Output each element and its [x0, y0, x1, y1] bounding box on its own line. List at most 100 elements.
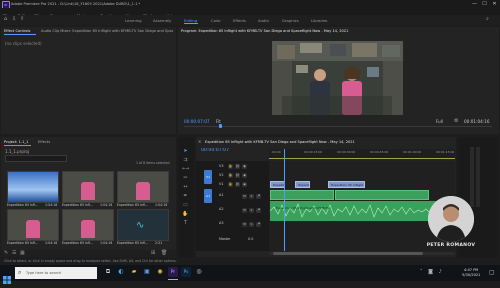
workspace-effects[interactable]: Effects: [233, 18, 246, 23]
taskbar-search-box[interactable]: ⌕ Type here to search: [15, 267, 97, 279]
audio-meters: [458, 137, 499, 257]
hand-tool-icon[interactable]: ✋: [182, 211, 189, 217]
effect-controls-panel: Effect Controls Audio Clip Mixer: Expedi…: [1, 27, 176, 134]
workspace-assembly[interactable]: Assembly: [153, 18, 171, 23]
program-timecode[interactable]: 00:00:07:07: [184, 119, 210, 124]
solo-button[interactable]: S: [249, 208, 254, 213]
mic-icon[interactable]: 🎤: [256, 222, 261, 227]
video-clip-v1[interactable]: Expeditio: [295, 181, 311, 188]
import-icon[interactable]: ⇩: [12, 17, 17, 22]
ripple-edit-tool-icon[interactable]: ⟷: [182, 166, 189, 172]
video-clip-v1[interactable]: Expedition 65 Inflight with KFMB-TV: [328, 181, 365, 188]
mic-icon[interactable]: 🎤: [256, 194, 261, 199]
source-patch-a1[interactable]: A1: [204, 189, 212, 203]
video-clip-v1[interactable]: Expeditio: [270, 181, 285, 188]
project-item-2[interactable]: [62, 171, 114, 203]
timeline-close-icon[interactable]: ✕: [198, 139, 201, 144]
list-view-icon[interactable]: ☰: [12, 250, 16, 256]
project-panel: Project: 1.1_1 Effects 1.1_1.prproj 1 of…: [1, 137, 176, 257]
search-icon[interactable]: ⌕: [486, 16, 493, 23]
mic-icon[interactable]: 🎤: [256, 208, 261, 213]
program-scrub-bar[interactable]: [184, 126, 492, 127]
obs-taskbar-icon[interactable]: ◎: [194, 267, 204, 277]
selection-tool-icon[interactable]: ➤: [182, 148, 189, 154]
new-item-icon[interactable]: ⊞: [151, 250, 155, 256]
astronaut-figure: [81, 220, 95, 238]
astronaut-figure: [81, 182, 95, 200]
tray-icons[interactable]: ˄ ◙ ♪: [420, 269, 444, 275]
project-item-5[interactable]: [62, 209, 114, 241]
workspace-learning[interactable]: Learning: [125, 18, 141, 23]
notifications-icon[interactable]: ▢: [489, 269, 495, 276]
workspace-graphics[interactable]: Graphics: [282, 18, 299, 23]
workspace-audio[interactable]: Audio: [258, 18, 269, 23]
sync-icon[interactable]: ⛓: [235, 173, 240, 178]
task-view-icon[interactable]: ⧉: [103, 267, 113, 277]
project-item-6[interactable]: ∿: [117, 209, 169, 241]
timeline-timecode[interactable]: 00:00:07:07: [201, 148, 229, 154]
audio-clip-a1[interactable]: [335, 190, 429, 200]
premiere-taskbar-icon[interactable]: Pr: [168, 267, 178, 277]
workspace-underline: [184, 23, 198, 24]
tab-effect-controls[interactable]: Effect Controls: [4, 29, 30, 33]
presenter-name: PETER ROMANOV: [426, 243, 476, 248]
store-icon[interactable]: ▣: [142, 267, 152, 277]
pencil-icon[interactable]: ✎: [4, 250, 8, 256]
sync-icon[interactable]: ⛓: [235, 182, 240, 187]
timeline-scrollbar[interactable]: [269, 252, 455, 255]
solo-button[interactable]: S: [249, 222, 254, 227]
program-title[interactable]: Program: Expedition 65 Inflight with KFM…: [181, 29, 481, 33]
audio-clip-a1[interactable]: [270, 190, 334, 200]
edge-icon[interactable]: ◐: [116, 267, 126, 277]
pen-tool-icon[interactable]: ✒: [182, 193, 189, 199]
quality-dropdown[interactable]: Full: [436, 119, 443, 124]
eye-icon[interactable]: ◉: [242, 173, 247, 178]
slip-tool-icon[interactable]: ↔: [182, 184, 189, 190]
timeline-sequence-tab[interactable]: Expedition 65 Inflight with KFMB-TV San …: [205, 140, 445, 144]
eye-icon[interactable]: ◉: [242, 164, 247, 169]
icon-view-icon[interactable]: ▦: [20, 250, 25, 256]
taskbar-date: 5/30/2021: [462, 273, 481, 277]
ruler-label: 00:01:15:00: [436, 150, 455, 154]
type-tool-icon[interactable]: T: [182, 220, 189, 226]
timeline-playhead[interactable]: [283, 149, 285, 251]
lock-icon[interactable]: 🔒: [228, 173, 233, 178]
file-explorer-icon[interactable]: ▰: [129, 267, 139, 277]
track-label-v2: V2: [219, 173, 224, 177]
eye-icon[interactable]: ◉: [242, 182, 247, 187]
scrollbar-thumb[interactable]: [273, 252, 423, 255]
tab-audio-clip-mixer[interactable]: Audio Clip Mixer: Expedition 65 Inflight…: [41, 29, 173, 33]
master-value[interactable]: 0.0: [248, 237, 253, 241]
mute-button[interactable]: M: [242, 208, 247, 213]
tab-effects[interactable]: Effects: [38, 140, 50, 144]
mute-button[interactable]: M: [242, 194, 247, 199]
photoshop-taskbar-icon[interactable]: Ps: [181, 267, 191, 277]
export-icon[interactable]: ⇧: [20, 17, 25, 22]
close-button[interactable]: ✕: [490, 0, 499, 8]
maximize-button[interactable]: ☐: [480, 0, 489, 8]
trash-icon[interactable]: 🗑: [161, 250, 167, 256]
lock-icon[interactable]: 🔒: [228, 164, 233, 169]
program-playhead[interactable]: [219, 124, 223, 128]
wrench-icon[interactable]: ⚙: [454, 118, 458, 124]
source-patch-v1[interactable]: V1: [204, 170, 212, 184]
home-icon[interactable]: ⌂: [4, 17, 9, 22]
workspace-libraries[interactable]: Libraries: [311, 18, 327, 23]
minimize-button[interactable]: —: [470, 0, 479, 8]
windows-start-icon[interactable]: [3, 269, 11, 284]
project-item-1[interactable]: [7, 171, 59, 203]
track-select-tool-icon[interactable]: ⇉: [182, 157, 189, 163]
chrome-icon[interactable]: ◉: [155, 267, 165, 277]
workspace-color[interactable]: Color: [211, 18, 221, 23]
sync-icon[interactable]: ⛓: [235, 164, 240, 169]
tab-project[interactable]: Project: 1.1_1: [4, 140, 28, 144]
rectangle-tool-icon[interactable]: ▭: [182, 202, 189, 208]
lock-icon[interactable]: 🔒: [228, 182, 233, 187]
razor-tool-icon[interactable]: ✂: [182, 175, 189, 181]
mute-button[interactable]: M: [242, 222, 247, 227]
project-search-input[interactable]: [5, 155, 67, 162]
project-item-4[interactable]: [7, 209, 59, 241]
astronaut-figure: [26, 220, 40, 238]
project-item-3[interactable]: [117, 171, 169, 203]
solo-button[interactable]: S: [249, 194, 254, 199]
